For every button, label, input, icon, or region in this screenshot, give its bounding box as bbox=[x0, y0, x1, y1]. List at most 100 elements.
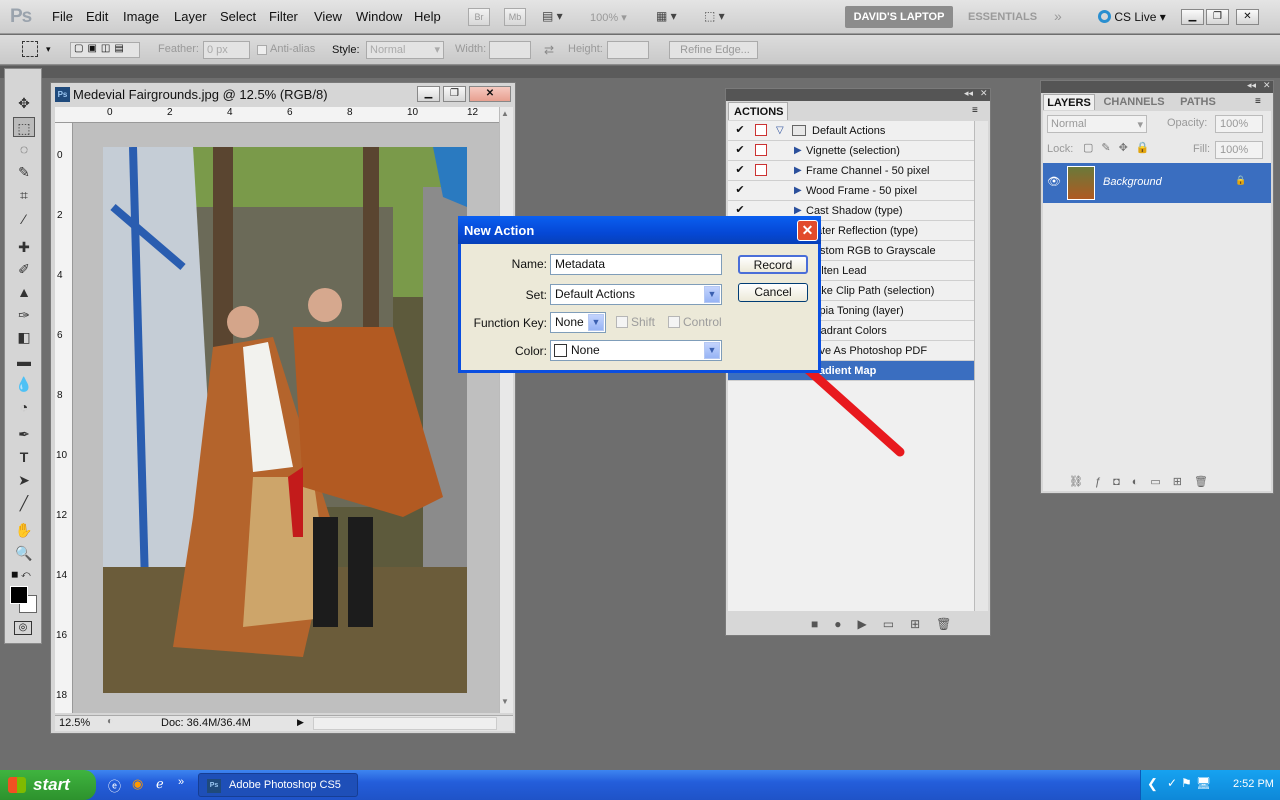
actions-scrollbar[interactable] bbox=[974, 121, 988, 611]
tab-actions[interactable]: ACTIONS bbox=[728, 102, 788, 120]
visibility-eye-icon[interactable]: 👁 bbox=[1047, 175, 1061, 188]
layer-row-background[interactable]: 👁 Background 🔒 bbox=[1043, 163, 1271, 203]
menu-filter[interactable]: Filter bbox=[269, 9, 298, 24]
zoom-tool-icon[interactable]: 🔍 bbox=[13, 543, 35, 563]
shift-checkbox[interactable] bbox=[616, 316, 628, 328]
action-row[interactable]: ✔ ▶ Wood Frame - 50 pixel bbox=[728, 181, 974, 201]
toggle-check-icon[interactable]: ✔ bbox=[734, 144, 746, 156]
quick-launch-more-icon[interactable]: » bbox=[178, 776, 184, 788]
tool-preset-arrow-icon[interactable]: ▾ bbox=[46, 44, 51, 55]
menu-layer[interactable]: Layer bbox=[174, 9, 207, 24]
scroll-down-arrow-icon[interactable]: ▼ bbox=[501, 697, 509, 706]
screen-mode-button[interactable]: ⬚ ▾ bbox=[704, 9, 725, 23]
control-checkbox[interactable] bbox=[668, 316, 680, 328]
collapse-icon[interactable]: ◂◂ bbox=[964, 88, 973, 99]
action-name-input[interactable]: Metadata bbox=[550, 254, 722, 275]
foreground-color-swatch[interactable] bbox=[10, 586, 28, 604]
history-brush-tool-icon[interactable]: ✑ bbox=[13, 305, 35, 325]
fill-input[interactable]: 100% bbox=[1215, 141, 1263, 159]
doc-restore-button[interactable]: ❐ bbox=[443, 86, 466, 102]
dialog-toggle-icon[interactable] bbox=[755, 124, 767, 136]
action-row[interactable]: ✔ ▶ Frame Channel - 50 pixel bbox=[728, 161, 974, 181]
clone-stamp-tool-icon[interactable]: ▲ bbox=[13, 282, 35, 302]
mini-bridge-button[interactable]: Mb bbox=[504, 8, 526, 26]
quick-launch-ie-alt-icon[interactable]: ℯ bbox=[156, 776, 164, 792]
rectangular-marquee-tool-icon[interactable]: ⬚ bbox=[13, 117, 35, 137]
actions-footer-buttons[interactable]: ■●▶▭⊞🗑 bbox=[811, 617, 967, 631]
brush-tool-icon[interactable]: ✐ bbox=[13, 259, 35, 279]
eraser-tool-icon[interactable]: ◧ bbox=[13, 327, 35, 347]
tray-icons[interactable]: ✓⚑🖥 bbox=[1167, 776, 1215, 790]
toggle-check-icon[interactable]: ✔ bbox=[734, 164, 746, 176]
quick-launch-ie-icon[interactable]: ⓔ bbox=[108, 776, 121, 795]
quick-selection-tool-icon[interactable]: ✎ bbox=[13, 162, 35, 182]
record-button[interactable]: Record bbox=[738, 255, 808, 274]
dodge-tool-icon[interactable]: ◔ bbox=[13, 397, 35, 417]
zoom-field[interactable]: 12.5% bbox=[59, 717, 90, 729]
doc-minimize-button[interactable]: ▁ bbox=[417, 86, 440, 102]
type-tool-icon[interactable]: T bbox=[13, 447, 35, 467]
anti-alias-checkbox[interactable] bbox=[257, 45, 267, 55]
quick-launch-firefox-icon[interactable]: ◉ bbox=[132, 776, 143, 792]
refine-edge-button[interactable]: Refine Edge... bbox=[669, 41, 758, 59]
menu-image[interactable]: Image bbox=[123, 9, 159, 24]
toggle-check-icon[interactable]: ✔ bbox=[734, 184, 746, 196]
dialog-toggle-icon[interactable] bbox=[755, 144, 767, 156]
action-set-row[interactable]: ✔ ▽ Default Actions bbox=[728, 121, 974, 141]
dialog-toggle-icon[interactable] bbox=[755, 164, 767, 176]
lasso-tool-icon[interactable]: ◌ bbox=[13, 139, 35, 159]
expand-triangle-icon[interactable]: ▶ bbox=[794, 141, 802, 161]
arrange-documents-button[interactable]: ▦ ▾ bbox=[656, 9, 677, 23]
expand-triangle-icon[interactable]: ▶ bbox=[794, 181, 802, 201]
close-button[interactable]: ✕ bbox=[1236, 9, 1259, 25]
collapse-icon[interactable]: ◂◂ bbox=[1247, 80, 1256, 91]
menu-file[interactable]: File bbox=[52, 9, 73, 24]
width-input[interactable] bbox=[489, 41, 531, 59]
doc-close-button[interactable]: ✕ bbox=[469, 86, 511, 102]
toggle-check-icon[interactable]: ✔ bbox=[734, 204, 746, 216]
expand-triangle-icon[interactable]: ▽ bbox=[776, 121, 784, 141]
cs-live-button[interactable]: CS Live ▾ bbox=[1098, 10, 1166, 24]
layers-footer-buttons[interactable]: ⛓ƒ◘◐▭⊞🗑 bbox=[1069, 475, 1220, 488]
chevron-down-icon[interactable]: ▼ bbox=[704, 286, 720, 303]
height-input[interactable] bbox=[607, 41, 649, 59]
expand-triangle-icon[interactable]: ▶ bbox=[794, 161, 802, 181]
function-key-select[interactable]: None ▼ bbox=[550, 312, 606, 333]
start-button[interactable]: start bbox=[0, 770, 96, 800]
workspace-essentials-button[interactable]: ESSENTIALS bbox=[968, 11, 1037, 23]
dialog-close-icon[interactable]: ✕ bbox=[797, 220, 818, 241]
blur-tool-icon[interactable]: 💧 bbox=[13, 374, 35, 394]
quick-mask-icon[interactable]: ◎ bbox=[14, 621, 32, 635]
style-select[interactable]: Normal ▾ bbox=[366, 41, 444, 59]
scroll-up-arrow-icon[interactable]: ▲ bbox=[501, 109, 509, 118]
panel-close-icon[interactable]: ✕ bbox=[980, 88, 988, 99]
eyedropper-tool-icon[interactable]: ⁄ bbox=[13, 209, 35, 229]
cancel-button[interactable]: Cancel bbox=[738, 283, 808, 302]
bridge-button[interactable]: Br bbox=[468, 8, 490, 26]
action-row[interactable]: ✔ ▶ Vignette (selection) bbox=[728, 141, 974, 161]
swap-icon[interactable]: ⇄ bbox=[544, 43, 554, 57]
blend-mode-select[interactable]: Normal ▾ bbox=[1047, 115, 1147, 133]
menu-view[interactable]: View bbox=[314, 9, 342, 24]
opacity-input[interactable]: 100% bbox=[1215, 115, 1263, 133]
pen-tool-icon[interactable]: ✒ bbox=[13, 424, 35, 444]
tab-paths[interactable]: PATHS bbox=[1173, 94, 1223, 110]
move-tool-icon[interactable]: ✥ bbox=[13, 93, 35, 113]
panel-close-icon[interactable]: ✕ bbox=[1263, 80, 1271, 91]
restore-button[interactable]: ❐ bbox=[1206, 9, 1229, 25]
chevron-down-icon[interactable]: ▼ bbox=[588, 314, 604, 331]
panel-menu-icon[interactable]: ≡ bbox=[972, 105, 978, 116]
selection-mode-buttons[interactable]: ▢▣◫▤ bbox=[70, 42, 140, 58]
path-selection-tool-icon[interactable]: ➤ bbox=[13, 470, 35, 490]
line-tool-icon[interactable]: ╱ bbox=[13, 493, 35, 513]
crop-tool-icon[interactable]: ⌗ bbox=[13, 185, 35, 205]
menu-edit[interactable]: Edit bbox=[86, 9, 108, 24]
feather-input[interactable]: 0 px bbox=[203, 41, 250, 59]
gradient-tool-icon[interactable]: ▬ bbox=[13, 351, 35, 371]
spot-healing-tool-icon[interactable]: ✚ bbox=[13, 237, 35, 257]
menu-select[interactable]: Select bbox=[220, 9, 256, 24]
tab-layers[interactable]: LAYERS bbox=[1043, 94, 1095, 110]
marquee-tool-icon[interactable] bbox=[22, 41, 38, 57]
extras-dropdown[interactable]: ▤ ▾ bbox=[542, 9, 572, 25]
lock-buttons[interactable]: ▢✎✥🔒 bbox=[1083, 141, 1158, 154]
